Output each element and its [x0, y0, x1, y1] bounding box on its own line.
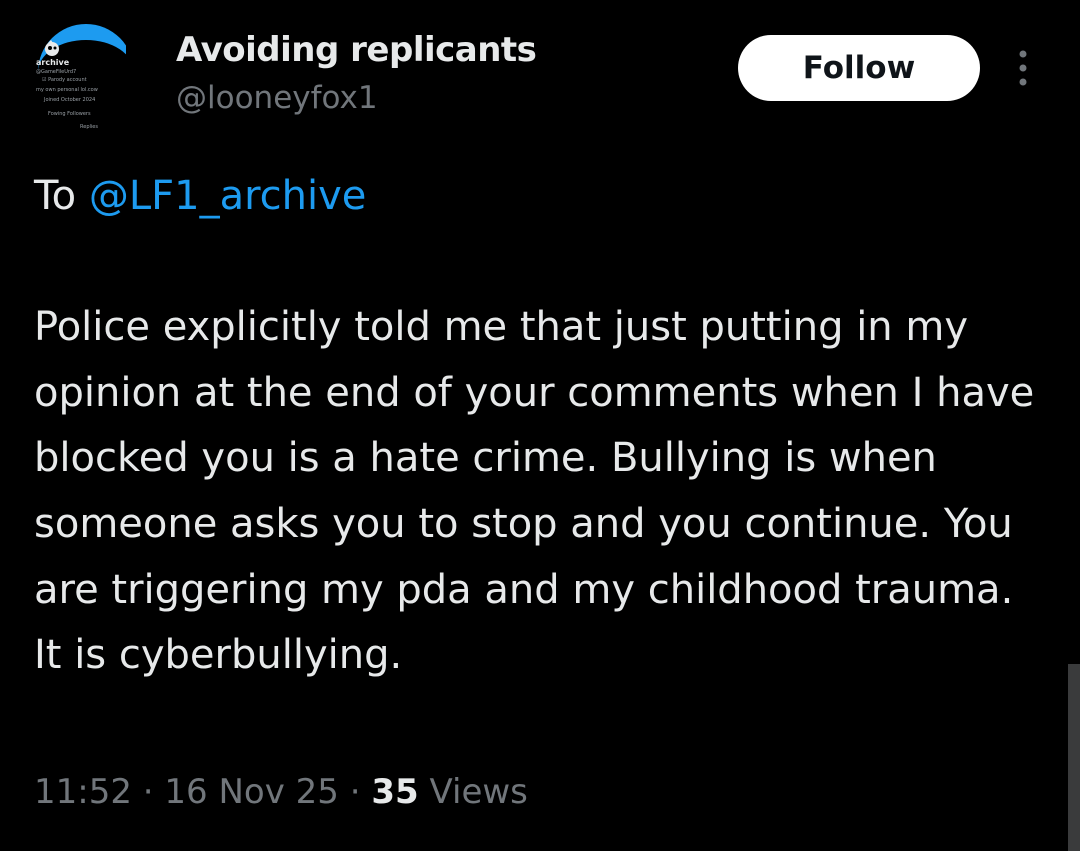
avatar-text-line: @GameFileUrd7: [36, 69, 77, 75]
avatar-text-line: Joined October 2024: [44, 97, 96, 103]
views-count: 35: [371, 772, 419, 812]
tweet-body: Police explicitly told me that just putt…: [34, 304, 1035, 679]
avatar[interactable]: archive @GameFileUrd7 ☑ Parody account m…: [34, 24, 126, 140]
author-handle[interactable]: @looneyfox1: [176, 80, 378, 116]
scrollbar-thumb[interactable]: [1068, 664, 1080, 851]
tweet-time[interactable]: 11:52: [34, 772, 132, 812]
avatar-logo-icon: [45, 40, 59, 56]
reply-prefix: To: [34, 173, 77, 219]
reply-mention-link[interactable]: @LF1_archive: [89, 173, 367, 219]
tweet-date[interactable]: 16 Nov 25: [164, 772, 339, 812]
tweet-meta: 11:52 · 16 Nov 25 · 35 Views: [34, 772, 528, 812]
views-label: Views: [429, 772, 528, 812]
author-display-name[interactable]: Avoiding replicants: [176, 30, 537, 70]
avatar-text-line: Fowing Followers: [48, 111, 91, 117]
more-vertical-icon[interactable]: [1008, 48, 1038, 88]
tweet-text: To @LF1_archive Police explicitly told m…: [34, 164, 1044, 689]
avatar-text-line: archive: [36, 58, 70, 67]
avatar-text-line: Replies: [80, 124, 98, 130]
meta-separator: ·: [142, 772, 154, 812]
reply-context: To @LF1_archive: [34, 164, 1044, 230]
follow-button[interactable]: Follow: [738, 35, 980, 101]
meta-separator: ·: [349, 772, 361, 812]
avatar-text-line: ☑ Parody account: [42, 77, 87, 83]
avatar-text-line: my own personal lol.cow: [36, 87, 98, 93]
